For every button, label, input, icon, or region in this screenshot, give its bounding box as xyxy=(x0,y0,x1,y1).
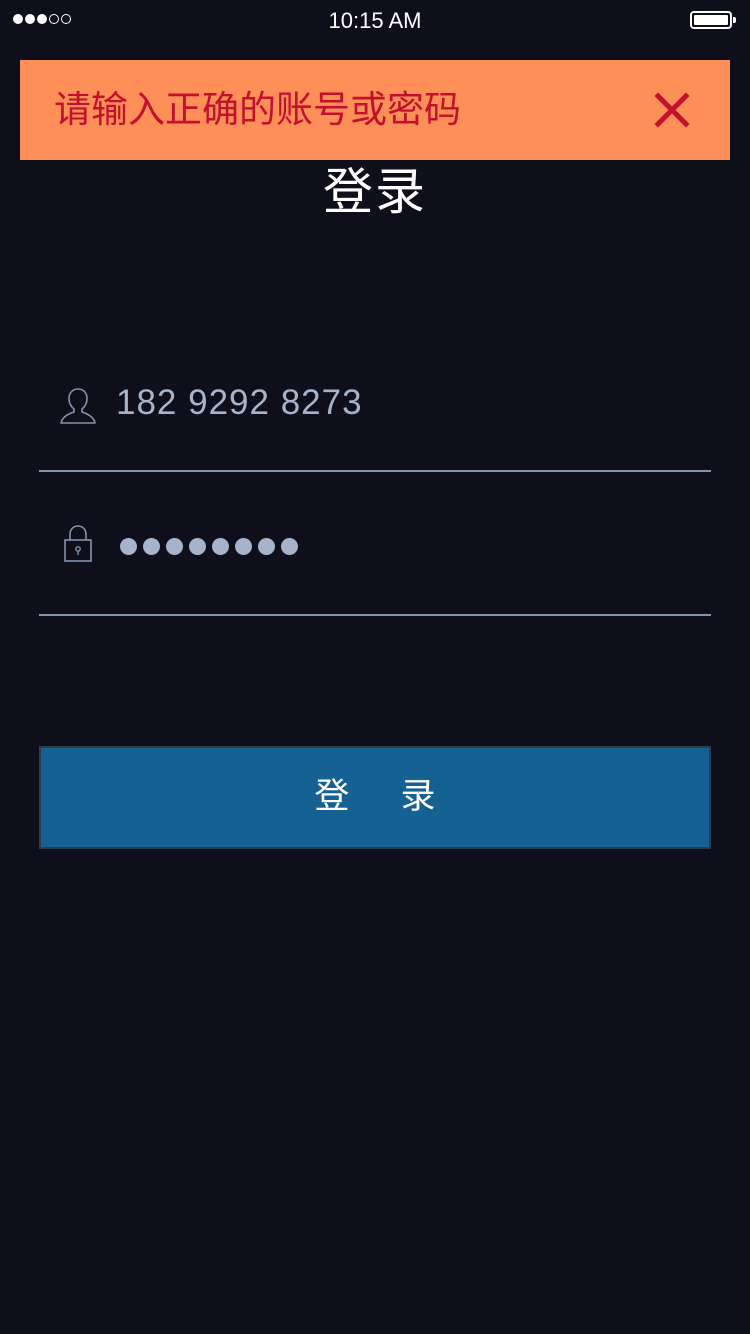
login-button[interactable]: 登 录 xyxy=(39,746,711,849)
password-mask-dot xyxy=(212,538,229,555)
password-mask-dot xyxy=(189,538,206,555)
password-input[interactable] xyxy=(120,538,298,555)
lock-icon xyxy=(63,524,93,569)
login-button-label: 登 录 xyxy=(314,777,456,817)
password-mask-dot xyxy=(235,538,252,555)
password-mask-dot xyxy=(166,538,183,555)
password-mask-dot xyxy=(143,538,160,555)
password-mask-dot xyxy=(120,538,137,555)
password-underline xyxy=(39,614,711,616)
password-mask-dot xyxy=(258,538,275,555)
password-field[interactable] xyxy=(39,0,711,618)
password-mask-dot xyxy=(281,538,298,555)
